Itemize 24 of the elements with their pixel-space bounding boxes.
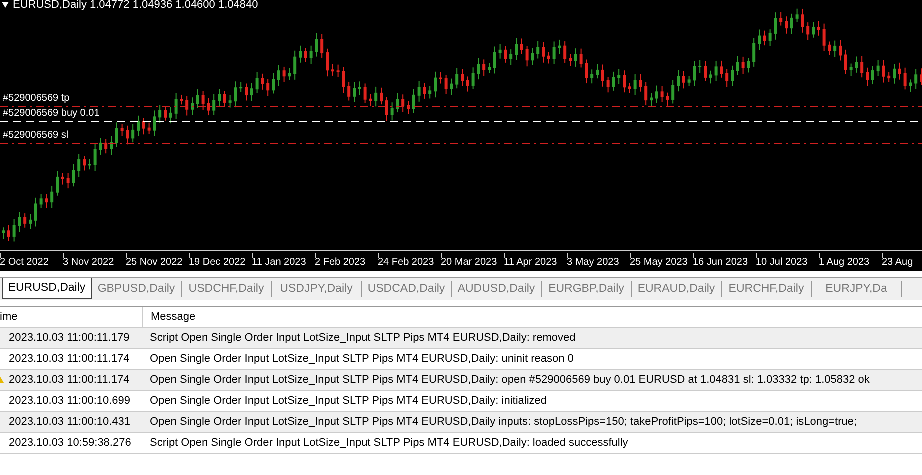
log-row[interactable]: 2023.10.03 11:00:10.431 Open Single Order Input LotSize_Input SLTP Pips MT4 EURUSD,Daily inputs: stopLossPips=150; takeProfitPips=100; lotSize=0.01; isLong=true; [0,412,922,433]
log-time: 2023.10.03 10:59:38.276 [8,437,132,449]
log-message: Script Open Single Order Input LotSize_Input SLTP Pips MT4 EURUSD,Daily: loaded successfully [149,437,630,449]
order-line-label: #529006569 tp [3,93,70,104]
log-row[interactable]: 2023.10.03 11:00:11.174 Open Single Order Input LotSize_Input SLTP Pips MT4 EURUSD,Daily: open #529006569 buy 0.01 EURUSD at 1.04831 sl: 1.03332 tp: 1.05832 ok [0,370,922,391]
column-header[interactable]: ime [0,311,142,323]
log-time: 2023.10.03 11:00:10.431 [8,416,132,428]
log-time: 2023.10.03 11:00:10.699 [8,395,132,407]
log-message: Open Single Order Input LotSize_Input SLTP Pips MT4 EURUSD,Daily: initialized [149,395,548,407]
chart-title: EURUSD,Daily 1.04772 1.04936 1.04600 1.04840 [13,0,258,11]
log-time: 2023.10.03 11:00:11.174 [8,353,131,365]
column-header[interactable]: Message [142,307,922,327]
log-time: 2023.10.03 11:00:11.179 [8,332,131,344]
log-row[interactable]: 2023.10.03 10:59:38.276 Script Open Single Order Input LotSize_Input SLTP Pips MT4 EURUSD,Daily: loaded successfully [0,433,922,454]
log-row[interactable]: 2023.10.03 11:00:11.179 Script Open Single Order Input LotSize_Input SLTP Pips MT4 EURUSD,Daily: removed [0,328,922,349]
log-time: 2023.10.03 11:00:11.174 [8,374,131,386]
log-message: Script Open Single Order Input LotSize_Input SLTP Pips MT4 EURUSD,Daily: removed [149,332,577,344]
log-message: Open Single Order Input LotSize_Input SLTP Pips MT4 EURUSD,Daily: open #529006569 buy 0.01 EURUSD at 1.04831 sl: 1.03332 tp: 1.05832 ok [149,374,871,386]
log-message: Open Single Order Input LotSize_Input SLTP Pips MT4 EURUSD,Daily inputs: stopLossPips=150; takeProfitPips=100; lotSize=0.01; isLong=true; [149,416,858,428]
chart-tab[interactable]: EURUSD,Daily [2,278,92,299]
order-line-label: #529006569 buy 0.01 [3,108,100,119]
order-line-label: #529006569 sl [3,130,69,141]
triangle-down-icon [2,2,9,8]
log-message: Open Single Order Input LotSize_Input SLTP Pips MT4 EURUSD,Daily: uninit reason 0 [149,353,575,365]
